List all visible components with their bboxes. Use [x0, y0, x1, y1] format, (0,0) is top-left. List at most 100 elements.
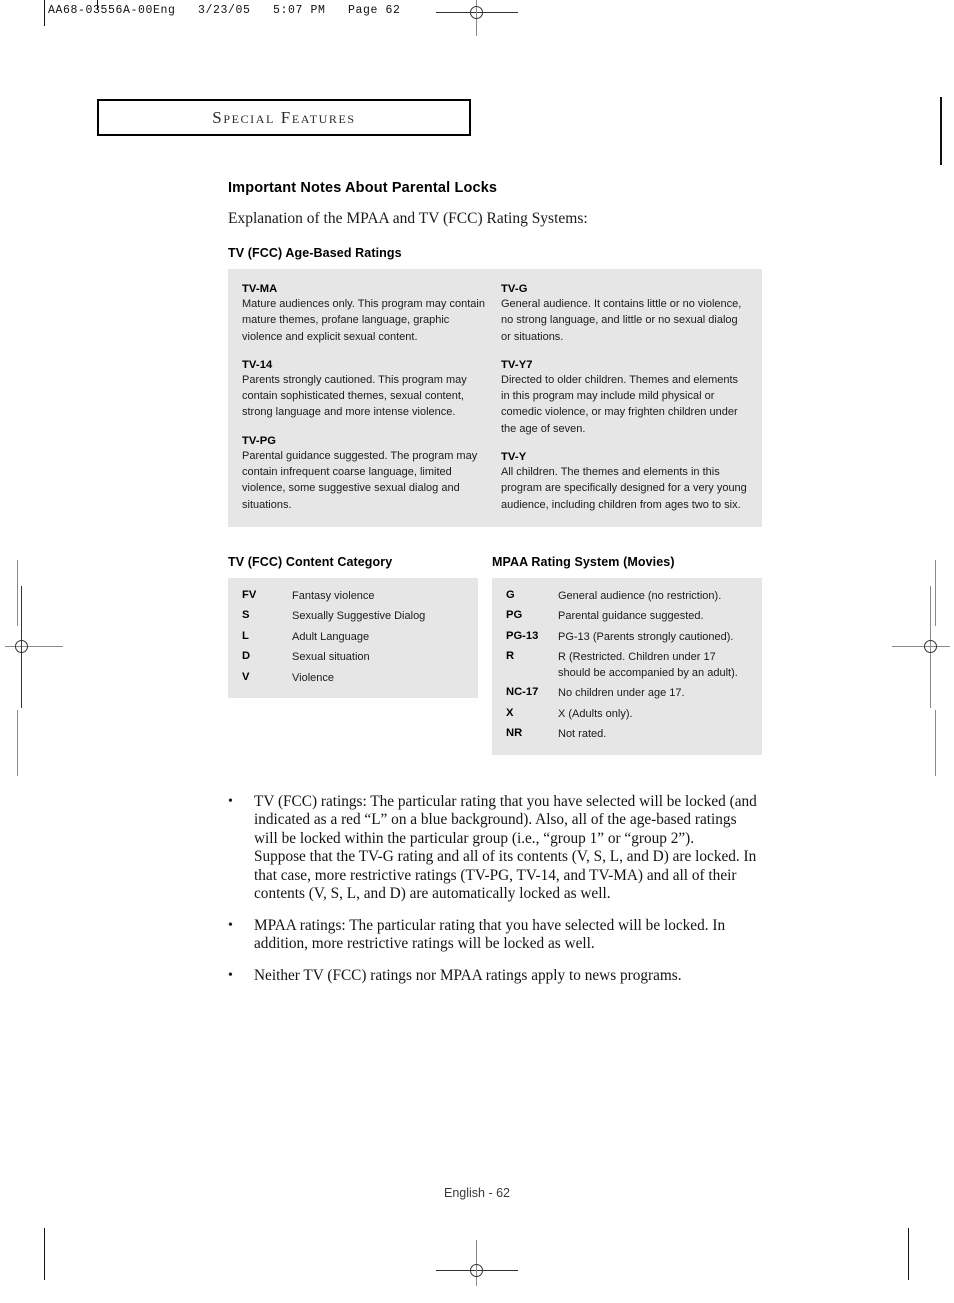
- row-description: Not rated.: [558, 728, 607, 741]
- row-code: G: [506, 588, 515, 601]
- list-item: • TV (FCC) ratings: The particular ratin…: [228, 793, 762, 904]
- registration-mark-ring: [15, 640, 28, 653]
- age-based-right-column: TV-G General audience. It contains littl…: [501, 283, 748, 513]
- rating-block: TV-14 Parents strongly cautioned. This p…: [242, 359, 489, 421]
- row-description: X (Adults only).: [558, 707, 633, 720]
- registration-mark-right: [892, 586, 950, 708]
- table-row: R R (Restricted. Children under 17 shoul…: [506, 650, 750, 681]
- row-code: NR: [506, 727, 523, 740]
- page-footer: English - 62: [443, 1186, 510, 1200]
- row-description: General audience (no restriction).: [558, 589, 722, 602]
- lower-tables-row: TV (FCC) Content Category FV Fantasy vio…: [228, 555, 762, 755]
- row-description: R (Restricted. Children under 17 should …: [558, 651, 738, 679]
- list-item: • Neither TV (FCC) ratings nor MPAA rati…: [228, 967, 762, 986]
- page-content: Important Notes About Parental Locks Exp…: [228, 180, 762, 998]
- row-code: FV: [242, 588, 257, 601]
- content-category-heading: TV (FCC) Content Category: [228, 554, 393, 569]
- table-row: NR Not rated.: [506, 727, 750, 743]
- rating-description: Directed to older children. Themes and e…: [501, 373, 739, 435]
- row-code: PG-13: [506, 629, 539, 642]
- row-code: NC-17: [506, 686, 539, 699]
- trim-mark-right-lower: [935, 710, 936, 776]
- row-code: R: [506, 650, 515, 663]
- rating-code: TV-PG: [242, 434, 277, 447]
- row-description: Adult Language: [292, 630, 370, 643]
- list-item-text: MPAA ratings: The particular rating that…: [254, 917, 762, 954]
- trim-mark-bottom-left: [44, 1228, 45, 1280]
- rating-block: TV-PG Parental guidance suggested. The p…: [242, 435, 489, 513]
- list-item-paragraph: Suppose that the TV-G rating and all of …: [254, 848, 757, 903]
- rating-block: TV-Y All children. The themes and elemen…: [501, 451, 748, 513]
- row-description: Sexually Suggestive Dialog: [292, 610, 426, 623]
- age-based-heading: TV (FCC) Age-Based Ratings: [228, 246, 402, 260]
- table-row: S Sexually Suggestive Dialog: [242, 609, 466, 625]
- notes-bullet-list: • TV (FCC) ratings: The particular ratin…: [228, 793, 762, 986]
- row-description: No children under age 17.: [558, 687, 685, 700]
- rating-description: Parents strongly cautioned. This program…: [242, 373, 467, 419]
- age-based-ratings-panel: TV-MA Mature audiences only. This progra…: [228, 269, 762, 527]
- rating-block: TV-G General audience. It contains littl…: [501, 283, 748, 345]
- registration-mark-horizontal-line: [892, 646, 950, 647]
- page-title: Important Notes About Parental Locks: [228, 180, 498, 196]
- trim-mark-right-upper: [935, 560, 936, 626]
- row-code: PG: [506, 609, 523, 622]
- rating-code: TV-MA: [242, 283, 278, 295]
- row-description: Violence: [292, 671, 334, 684]
- rating-description: General audience. It contains little or …: [501, 298, 742, 343]
- rating-description: Mature audiences only. This program may …: [242, 298, 485, 343]
- table-row: X X (Adults only).: [506, 707, 750, 723]
- section-banner: Special Features: [97, 99, 471, 136]
- trim-mark-bottom-right: [908, 1228, 909, 1280]
- table-row: G General audience (no restriction).: [506, 589, 750, 605]
- row-description: Parental guidance suggested.: [558, 610, 704, 623]
- bullet-marker: •: [228, 967, 233, 983]
- trim-mark-left-lower: [17, 710, 18, 776]
- list-item-paragraph: MPAA ratings: The particular rating that…: [254, 916, 726, 953]
- row-code: L: [242, 629, 249, 642]
- bullet-marker: •: [228, 793, 233, 809]
- table-row: V Violence: [242, 671, 466, 687]
- registration-mark-horizontal-line: [5, 646, 63, 647]
- row-description: PG-13 (Parents strongly cautioned).: [558, 630, 734, 643]
- registration-mark-bottom: [436, 1240, 518, 1286]
- content-category-section: TV (FCC) Content Category FV Fantasy vio…: [228, 555, 478, 755]
- rating-code: TV-G: [501, 283, 528, 295]
- registration-mark-ring: [924, 640, 937, 653]
- table-row: D Sexual situation: [242, 650, 466, 666]
- content-category-table: FV Fantasy violence S Sexually Suggestiv…: [228, 577, 478, 699]
- registration-mark-vertical-line: [476, 1240, 477, 1286]
- table-row: L Adult Language: [242, 630, 466, 646]
- intro-paragraph: Explanation of the MPAA and TV (FCC) Rat…: [228, 210, 588, 227]
- bullet-marker: •: [228, 917, 233, 933]
- section-banner-label: Special Features: [212, 107, 356, 127]
- registration-mark-left: [5, 586, 63, 708]
- rating-block: TV-Y7 Directed to older children. Themes…: [501, 359, 748, 437]
- table-row: PG Parental guidance suggested.: [506, 609, 750, 625]
- registration-mark-top: [436, 0, 518, 36]
- row-code: S: [242, 609, 250, 622]
- table-row: PG-13 PG-13 (Parents strongly cautioned)…: [506, 630, 750, 646]
- trim-mark-top-right: [940, 97, 942, 165]
- row-code: D: [242, 650, 251, 663]
- rating-description: Parental guidance suggested. The program…: [242, 449, 478, 511]
- rating-block: TV-MA Mature audiences only. This progra…: [242, 283, 489, 345]
- prepress-header-text: AA68-03556A-00Eng 3/23/05 5:07 PM Page 6…: [48, 4, 401, 17]
- table-row: FV Fantasy violence: [242, 589, 466, 605]
- registration-mark-ring: [470, 6, 483, 19]
- mpaa-table: G General audience (no restriction). PG …: [492, 577, 762, 755]
- registration-mark-ring: [470, 1264, 483, 1277]
- prepress-left-rule: [44, 0, 45, 26]
- list-item-paragraph: Neither TV (FCC) ratings nor MPAA rating…: [254, 966, 682, 984]
- mpaa-heading: MPAA Rating System (Movies): [492, 554, 675, 569]
- table-row: NC-17 No children under age 17.: [506, 686, 750, 702]
- list-item-text: Neither TV (FCC) ratings nor MPAA rating…: [254, 967, 762, 986]
- mpaa-section: MPAA Rating System (Movies) G General au…: [492, 555, 762, 755]
- rating-code: TV-14: [242, 358, 273, 371]
- rating-code: TV-Y: [501, 451, 527, 464]
- list-item-text: TV (FCC) ratings: The particular rating …: [254, 793, 762, 904]
- rating-description: All children. The themes and elements in…: [501, 466, 747, 511]
- row-code: V: [242, 670, 250, 683]
- age-based-left-column: TV-MA Mature audiences only. This progra…: [242, 283, 489, 513]
- row-description: Fantasy violence: [292, 589, 375, 602]
- list-item: • MPAA ratings: The particular rating th…: [228, 917, 762, 954]
